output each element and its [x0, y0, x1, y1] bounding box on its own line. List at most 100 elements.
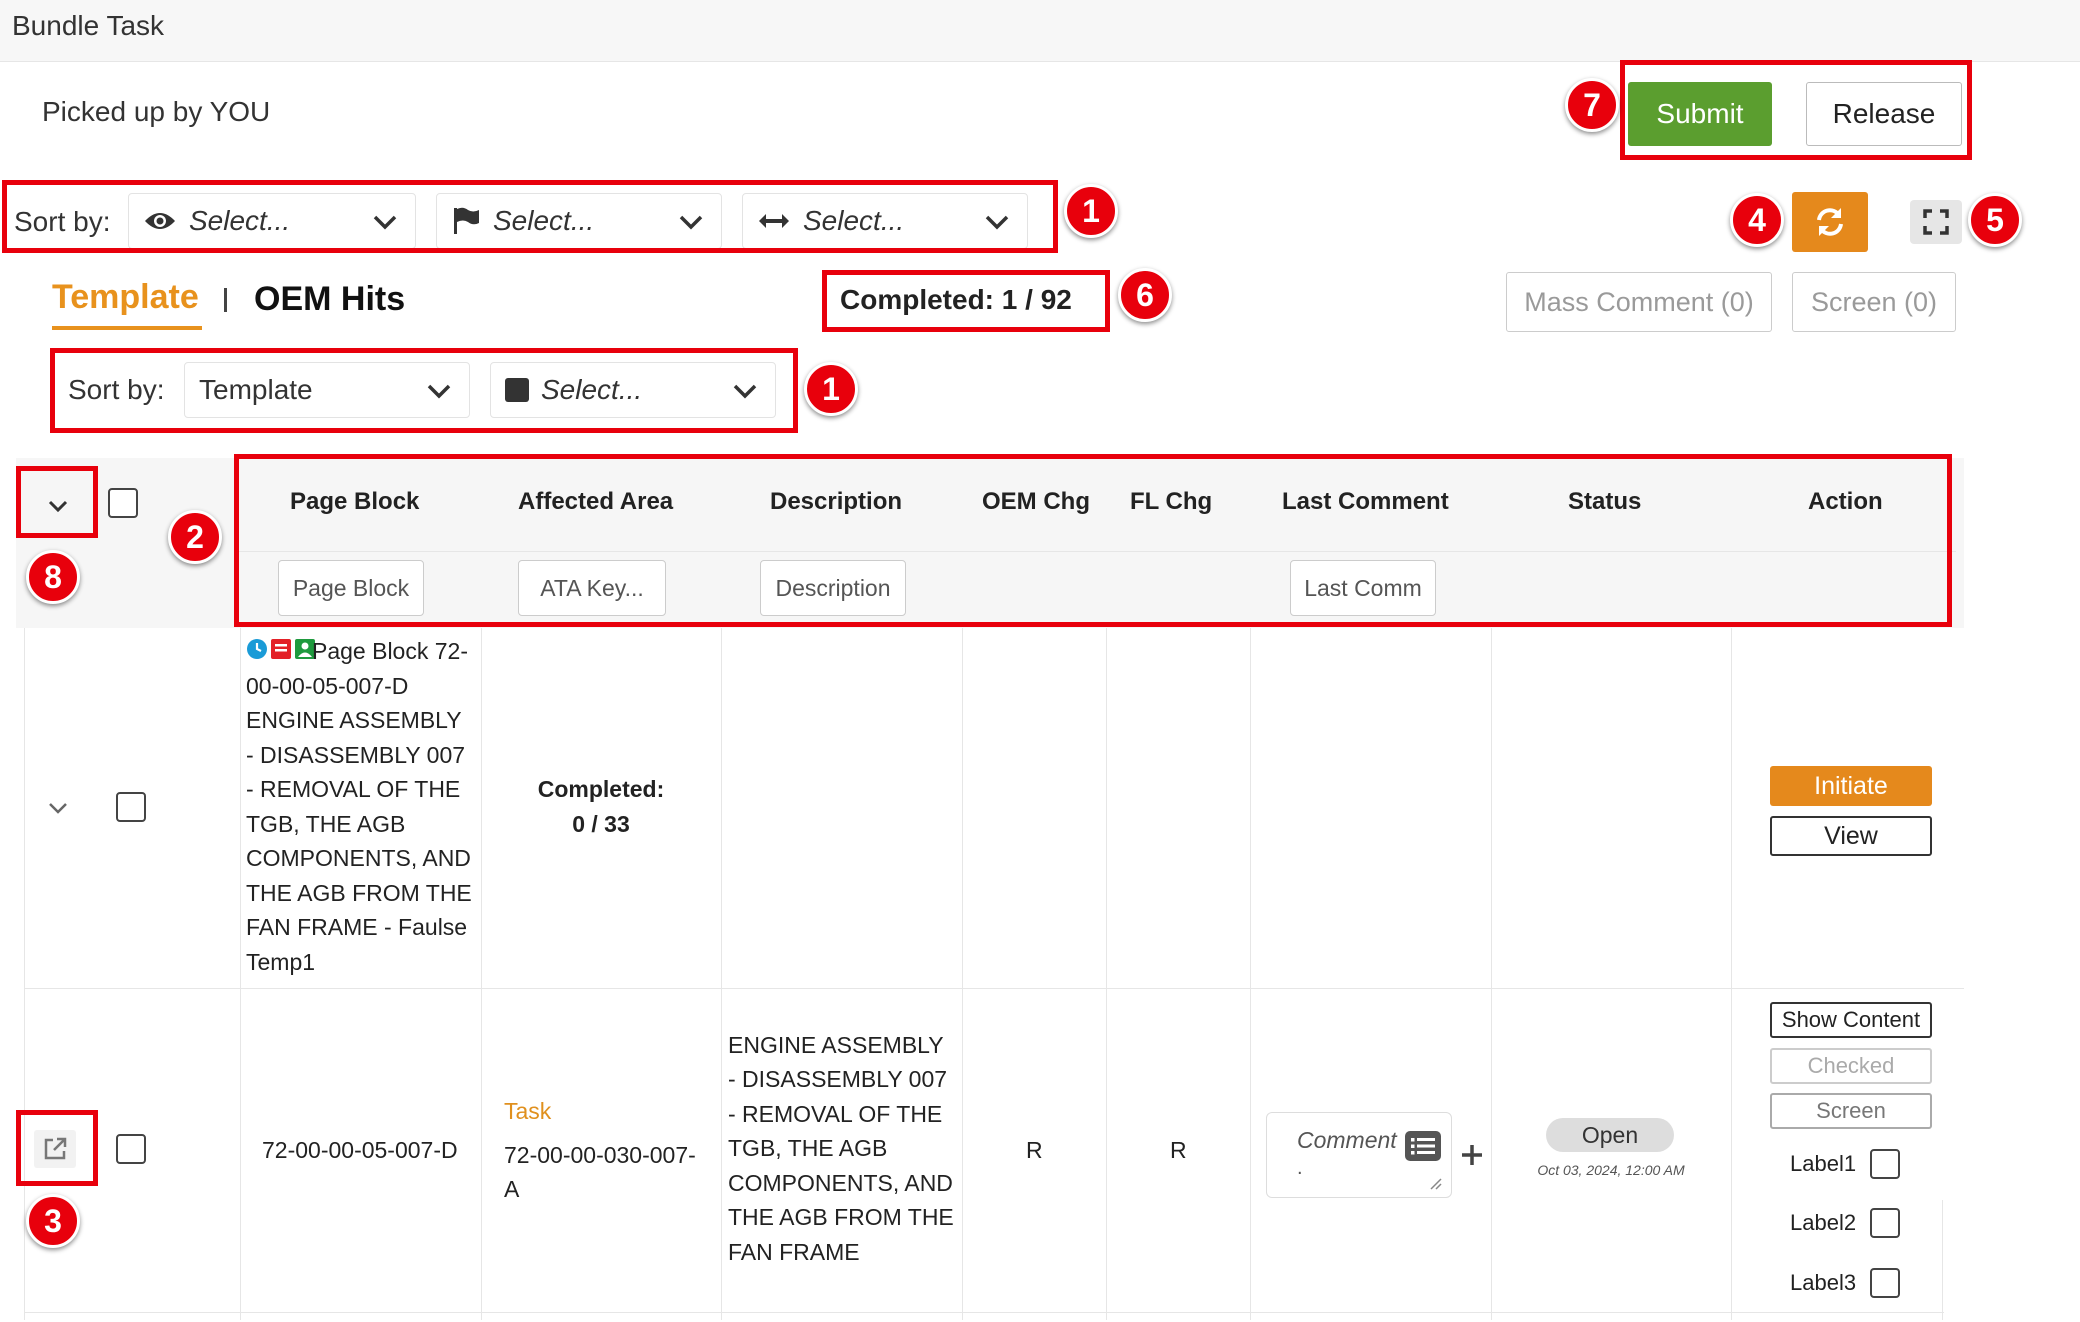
- comment-input[interactable]: Comment .: [1266, 1112, 1452, 1198]
- task-description: FAN FRAME: [728, 1239, 860, 1265]
- filter-description[interactable]: Description: [760, 560, 906, 616]
- column-divider: [721, 628, 722, 1320]
- row-divider: [24, 988, 1964, 989]
- group-completed-label: Completed:: [537, 776, 665, 802]
- label1-text: Label1: [1790, 1151, 1857, 1176]
- header-action[interactable]: Action: [1808, 488, 1883, 516]
- filter-page-block[interactable]: Page Block: [278, 560, 424, 616]
- header-page-block[interactable]: Page Block: [290, 488, 419, 516]
- initiate-button[interactable]: Initiate: [1770, 766, 1932, 806]
- filter-last-comment[interactable]: Last Comm: [1290, 560, 1436, 616]
- status-date: Oct 03, 2024, 12:00 AM: [1537, 1162, 1685, 1178]
- row-checkbox[interactable]: [116, 1134, 146, 1164]
- page-block-text: TGB, THE AGB: [246, 811, 406, 837]
- chevron-down-icon: [679, 215, 703, 230]
- chevron-down-icon: [48, 500, 68, 513]
- collapse-all-toggle[interactable]: [36, 488, 80, 524]
- sort-select-square[interactable]: Select...: [490, 362, 776, 418]
- flag-icon: [454, 207, 479, 234]
- resize-handle-icon[interactable]: [1427, 1175, 1443, 1191]
- header-last-comment[interactable]: Last Comment: [1282, 488, 1449, 516]
- sort-select-value: Template: [199, 374, 313, 405]
- task-description: COMPONENTS, AND: [728, 1170, 953, 1196]
- external-link-icon: [44, 1137, 67, 1160]
- group-completed-value: 0 / 33: [572, 811, 630, 837]
- refresh-icon: [1817, 208, 1843, 236]
- fullscreen-button[interactable]: [1910, 200, 1962, 244]
- task-description: - REMOVAL OF THE: [728, 1101, 943, 1127]
- page-title: Bundle Task: [12, 10, 165, 41]
- release-button[interactable]: Release: [1806, 82, 1962, 146]
- row-expand-toggle[interactable]: [40, 792, 76, 824]
- chevron-down-icon: [985, 215, 1009, 230]
- fullscreen-icon: [1923, 209, 1949, 235]
- header-oem-chg[interactable]: OEM Chg: [982, 488, 1090, 516]
- screen-row-button[interactable]: Screen: [1770, 1093, 1932, 1129]
- column-divider: [1106, 628, 1107, 1320]
- label2-checkbox[interactable]: [1870, 1208, 1900, 1238]
- sort-select-direction[interactable]: Select...: [742, 193, 1028, 249]
- table-border-right: [1942, 1200, 1943, 1320]
- callout-badge-4: 4: [1730, 193, 1784, 247]
- header-divider: [236, 551, 1956, 552]
- title-bar: [0, 0, 2080, 62]
- header-fl-chg[interactable]: FL Chg: [1130, 488, 1212, 516]
- sort-select-placeholder: Select...: [803, 205, 905, 236]
- filter-affected-area[interactable]: ATA Key...: [518, 560, 666, 616]
- header-description[interactable]: Description: [770, 488, 902, 516]
- plus-icon: [1462, 1145, 1482, 1165]
- sort-select-visibility[interactable]: Select...: [128, 193, 416, 249]
- sort-select-template[interactable]: Template: [184, 362, 470, 418]
- select-all-checkbox[interactable]: [108, 488, 138, 518]
- column-divider: [240, 628, 241, 1320]
- callout-badge-1b: 1: [804, 362, 858, 416]
- header-affected-area[interactable]: Affected Area: [518, 488, 673, 516]
- comment-placeholder: Comment: [1297, 1127, 1397, 1153]
- list-icon: [1405, 1131, 1441, 1161]
- open-task-button[interactable]: [34, 1130, 76, 1168]
- label1-checkbox[interactable]: [1870, 1149, 1900, 1179]
- column-divider: [481, 628, 482, 1320]
- callout-badge-5: 5: [1968, 193, 2022, 247]
- chevron-down-icon: [427, 384, 451, 399]
- page-block-text: COMPONENTS, AND: [246, 845, 471, 871]
- row-divider: [24, 1312, 1944, 1313]
- completed-counter: Completed: 1 / 92: [840, 284, 1072, 315]
- mass-comment-button[interactable]: Mass Comment (0): [1506, 272, 1772, 332]
- tab-oem-hits[interactable]: OEM Hits: [254, 280, 405, 319]
- sort-select-placeholder: Select...: [541, 374, 643, 405]
- column-divider: [1491, 628, 1492, 1320]
- sort-select-placeholder: Select...: [189, 205, 291, 236]
- submit-button[interactable]: Submit: [1628, 82, 1772, 146]
- add-comment-button[interactable]: [1456, 1136, 1488, 1174]
- callout-badge-8: 8: [26, 550, 80, 604]
- sort-select-placeholder: Select...: [493, 205, 595, 236]
- square-icon: [505, 378, 529, 402]
- screen-button[interactable]: Screen (0): [1792, 272, 1956, 332]
- task-description: ENGINE ASSEMBLY: [728, 1032, 944, 1058]
- chevron-down-icon: [373, 215, 397, 230]
- page-block-status-icons: [246, 636, 318, 662]
- tab-divider: [224, 288, 227, 312]
- page-block-text: - DISASSEMBLY 007: [246, 742, 466, 768]
- label3-checkbox[interactable]: [1870, 1268, 1900, 1298]
- header-status[interactable]: Status: [1568, 488, 1641, 516]
- arrows-horizontal-icon: [759, 214, 789, 228]
- page-block-text: Temp1: [246, 949, 316, 975]
- refresh-button[interactable]: [1792, 192, 1868, 252]
- page-block-text: - REMOVAL OF THE: [246, 776, 461, 802]
- show-content-button[interactable]: Show Content: [1770, 1002, 1932, 1038]
- sort-select-flag[interactable]: Select...: [436, 193, 722, 249]
- table-border-left: [24, 628, 25, 1320]
- row-checkbox[interactable]: [116, 792, 146, 822]
- view-button[interactable]: View: [1770, 816, 1932, 856]
- column-divider: [1731, 628, 1732, 1320]
- checked-button[interactable]: Checked: [1770, 1048, 1932, 1084]
- status-badge: Open: [1546, 1118, 1674, 1152]
- callout-badge-2: 2: [168, 510, 222, 564]
- comment-dot: .: [1297, 1157, 1303, 1179]
- page-block-text: FAN FRAME - Faulse: [246, 914, 468, 940]
- affected-area-type: Task: [504, 1098, 552, 1124]
- tab-template[interactable]: Template: [52, 278, 199, 317]
- task-description: TGB, THE AGB: [728, 1135, 888, 1161]
